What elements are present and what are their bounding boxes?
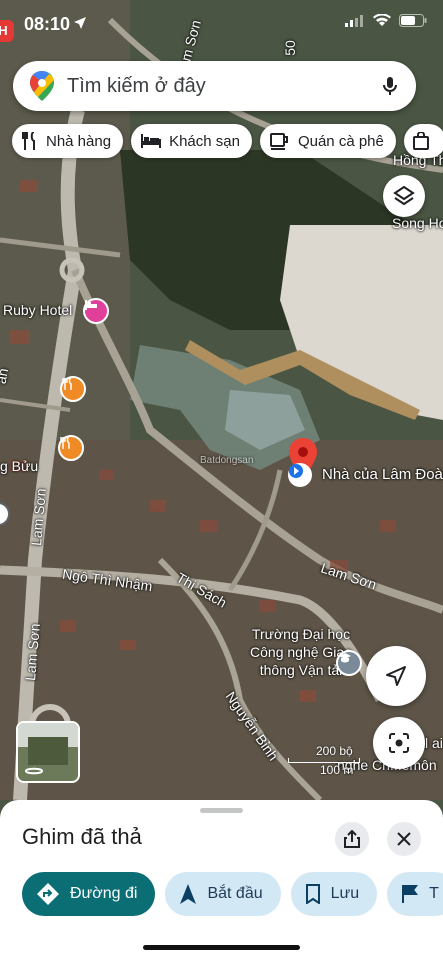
restaurant-poi-icon[interactable]	[58, 435, 84, 461]
chip-hotels[interactable]: Khách sạn	[131, 124, 252, 158]
action-buttons: Đường đi Bắt đầu Lưu T	[22, 872, 443, 916]
place-name-label[interactable]: Nhà của Lâm Đoàn	[322, 466, 443, 483]
camera-lens-icon	[389, 733, 409, 753]
directions-label: Đường đi	[70, 885, 138, 902]
save-label: Lưu	[330, 885, 360, 902]
google-maps-logo-icon	[30, 71, 54, 101]
label-button[interactable]: T	[387, 872, 443, 916]
scale-feet: 200 bộ	[316, 744, 353, 758]
scale-meters: 100 m	[320, 763, 354, 777]
category-chips: Nhà hàng Khách sạn Quán cà phê	[12, 124, 443, 158]
status-time: 08:10	[24, 14, 71, 34]
my-location-button[interactable]	[366, 646, 426, 706]
watermark-label: Batdongsan	[200, 455, 254, 466]
status-bar: H 08:10	[0, 0, 443, 50]
directions-button[interactable]: Đường đi	[22, 872, 156, 916]
restaurant-poi-icon[interactable]	[60, 376, 86, 402]
street-view-thumbnail[interactable]	[16, 721, 80, 783]
chip-label: Quán cà phê	[297, 132, 384, 150]
chip-label: Nhà hàng	[46, 132, 112, 150]
signal-icon	[345, 14, 363, 27]
school-poi-icon[interactable]	[336, 650, 362, 676]
hotel-poi-icon[interactable]	[83, 298, 109, 324]
place-bottom-sheet[interactable]: Ghim đã thả Đường đi Bắt đầu Lưu T	[0, 800, 443, 960]
battery-icon	[399, 14, 427, 27]
navigation-arrow-icon	[180, 884, 197, 904]
wifi-icon	[373, 14, 391, 26]
home-indicator	[143, 945, 300, 950]
chip-cafes[interactable]: Quán cà phê	[259, 124, 396, 158]
fork-knife-icon	[22, 132, 35, 150]
layers-icon	[393, 185, 415, 206]
save-button[interactable]: Lưu	[290, 872, 378, 916]
street-label-g-buu: g Bửu	[0, 458, 39, 474]
coffee-icon	[269, 133, 288, 150]
flag-icon	[402, 885, 419, 903]
hotel-label[interactable]: Ruby Hotel	[3, 302, 72, 318]
lens-camera-button[interactable]	[373, 717, 425, 769]
shopping-bag-icon	[412, 132, 429, 150]
chip-restaurants[interactable]: Nhà hàng	[12, 124, 124, 158]
rotate-360-icon	[25, 767, 44, 775]
directions-icon	[37, 883, 59, 905]
close-icon	[397, 832, 411, 846]
place-marker-icon[interactable]	[288, 463, 312, 487]
microphone-icon[interactable]	[378, 74, 402, 98]
sheet-drag-handle[interactable]	[200, 808, 243, 813]
layers-button[interactable]	[383, 175, 425, 217]
search-bar[interactable]: Tìm kiếm ở đây	[13, 61, 416, 111]
chip-shopping[interactable]	[403, 124, 443, 158]
navigation-arrow-icon	[386, 666, 406, 686]
label-button-label: T	[429, 885, 439, 902]
share-icon	[344, 830, 360, 848]
share-button[interactable]	[335, 822, 369, 856]
close-button[interactable]	[387, 822, 421, 856]
sheet-title: Ghim đã thả	[22, 824, 142, 849]
map-scale: 200 bộ 100 m	[288, 744, 360, 777]
start-label: Bắt đầu	[207, 885, 263, 902]
start-button[interactable]: Bắt đầu	[165, 872, 281, 916]
chip-label: Khách sạn	[169, 132, 240, 150]
location-arrow-icon	[74, 17, 86, 29]
bed-icon	[141, 134, 162, 148]
app-badge-icon: H	[0, 20, 14, 42]
place-label-song-ho: Song Ho	[392, 215, 443, 231]
bookmark-icon	[305, 884, 320, 904]
search-input[interactable]: Tìm kiếm ở đây	[67, 75, 378, 98]
